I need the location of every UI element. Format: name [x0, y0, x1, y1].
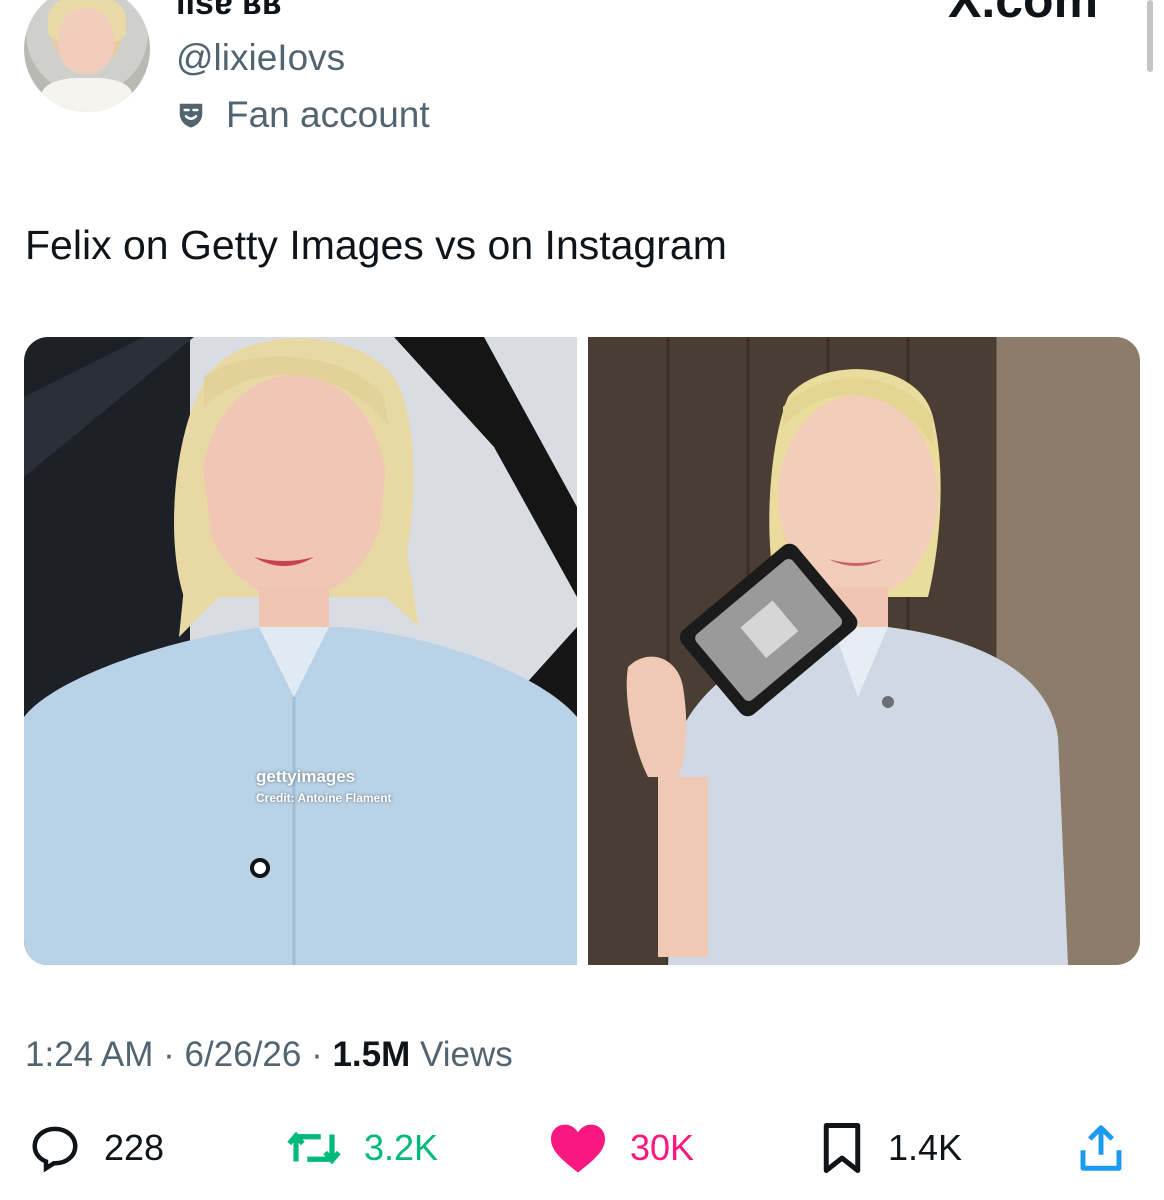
- action-bar: 228 3.2K 30K 1.4K: [0, 1118, 1164, 1178]
- reply-icon: [32, 1126, 78, 1173]
- meta-separator: ·: [163, 1035, 175, 1074]
- user-handle[interactable]: @lixieIovs: [176, 38, 345, 78]
- profile-avatar[interactable]: [24, 0, 150, 112]
- instagram-photo-figure: [626, 337, 1068, 965]
- meta-separator: ·: [311, 1035, 323, 1074]
- fan-account-badge: Fan account: [176, 94, 430, 136]
- avatar-shirt: [42, 78, 132, 112]
- bookmark-count: 1.4K: [888, 1127, 963, 1168]
- getty-watermark-credit: Credit: Antoine Flament: [256, 791, 392, 805]
- site-watermark: X.com: [948, 0, 1099, 28]
- like-button[interactable]: 30K: [548, 1118, 694, 1178]
- getty-watermark: gettyimages Credit: Antoine Flament: [256, 767, 392, 805]
- theater-mask-icon: [179, 103, 203, 128]
- repost-icon: [287, 1131, 341, 1165]
- tweet-text: Felix on Getty Images vs on Instagram: [25, 222, 727, 268]
- tweet-date[interactable]: 6/26/26: [185, 1035, 302, 1074]
- views-count[interactable]: 1.5M: [332, 1035, 410, 1074]
- repost-count: 3.2K: [364, 1127, 439, 1168]
- repost-button[interactable]: 3.2K: [284, 1118, 438, 1178]
- getty-photo-figure: [24, 337, 577, 965]
- tweet-media[interactable]: gettyimages Credit: Antoine Flament: [24, 337, 1140, 965]
- display-name[interactable]: ıısɐ ʁʁ: [176, 0, 282, 22]
- avatar-face: [58, 8, 114, 74]
- getty-photo[interactable]: gettyimages Credit: Antoine Flament: [24, 337, 577, 965]
- like-count: 30K: [630, 1127, 695, 1168]
- reply-count: 228: [104, 1127, 165, 1168]
- reply-button[interactable]: 228: [28, 1118, 164, 1178]
- heart-icon: [551, 1124, 605, 1173]
- getty-watermark-brand: gettyimages: [256, 767, 356, 786]
- bookmark-icon: [823, 1123, 861, 1173]
- views-label: Views: [420, 1035, 513, 1074]
- tweet-meta: 1:24 AM · 6/26/26 · 1.5M Views: [25, 1034, 513, 1076]
- bookmark-button[interactable]: 1.4K: [818, 1118, 962, 1178]
- scrollbar[interactable]: [1147, 0, 1153, 72]
- tweet-time[interactable]: 1:24 AM: [25, 1035, 153, 1074]
- share-icon: [1080, 1125, 1122, 1171]
- share-button[interactable]: [1074, 1118, 1128, 1178]
- instagram-photo[interactable]: [588, 337, 1140, 965]
- fan-account-label: Fan account: [226, 94, 430, 135]
